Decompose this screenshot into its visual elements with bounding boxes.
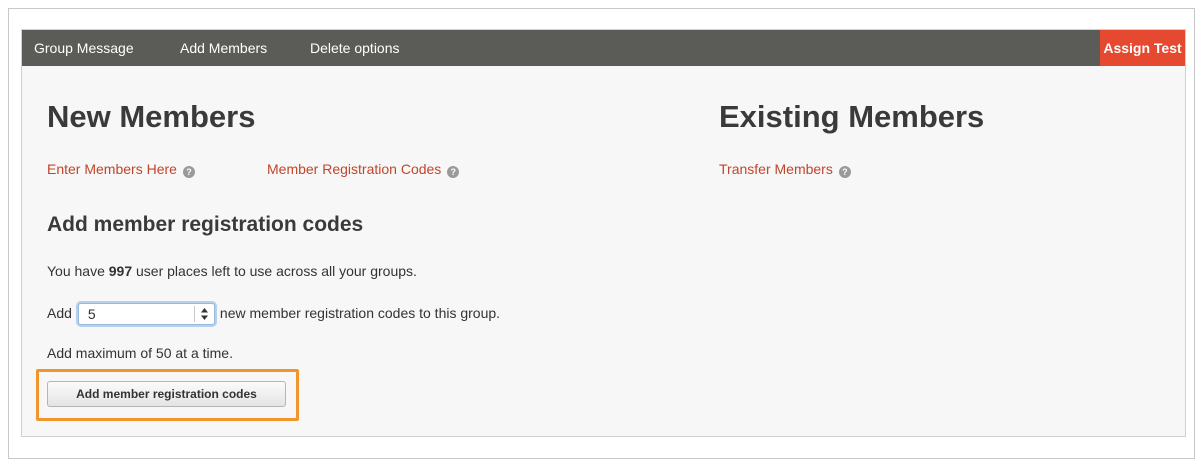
help-icon[interactable]: ? [447, 166, 460, 178]
nav-delete-options[interactable]: Delete options [310, 30, 400, 66]
add-suffix-label: new member registration codes to this gr… [219, 305, 501, 321]
select-value: 5 [87, 306, 96, 323]
enter-members-label: Enter Members Here [47, 161, 177, 177]
select-divider [193, 306, 195, 323]
places-suffix: user places left to use across all your … [132, 263, 417, 279]
assign-test-button[interactable]: Assign Test [1100, 30, 1185, 66]
updown-arrows-icon [200, 308, 208, 321]
registration-heading: Add member registration codes [47, 213, 364, 236]
places-prefix: You have [47, 263, 109, 279]
max-note: Add maximum of 50 at a time. [47, 345, 233, 361]
button-highlight-box: Add member registration codes [36, 369, 299, 421]
nav-group-message[interactable]: Group Message [34, 30, 134, 66]
enter-members-link[interactable]: Enter Members Here? [47, 160, 195, 178]
member-registration-codes-label: Member Registration Codes [267, 161, 442, 177]
places-count: 997 [108, 263, 133, 279]
places-left-text: You have 997 user places left to use acr… [47, 262, 417, 280]
add-codes-row: Add 5 new member registration codes to thi… [47, 302, 501, 326]
add-prefix-label: Add [47, 305, 72, 321]
existing-members-title: Existing Members [719, 99, 985, 134]
codes-count-select[interactable]: 5 [77, 303, 215, 326]
transfer-members-link[interactable]: Transfer Members? [719, 160, 851, 178]
new-members-title: New Members [47, 99, 256, 134]
top-navbar: Group Message Add Members Delete options… [22, 30, 1185, 66]
add-registration-codes-button[interactable]: Add member registration codes [47, 381, 286, 407]
member-registration-codes-link[interactable]: Member Registration Codes? [267, 160, 460, 178]
help-icon[interactable]: ? [182, 166, 195, 178]
nav-add-members[interactable]: Add Members [180, 30, 267, 66]
help-icon[interactable]: ? [838, 166, 851, 178]
transfer-members-label: Transfer Members [719, 161, 833, 177]
group-panel: Group Message Add Members Delete options… [21, 29, 1186, 437]
